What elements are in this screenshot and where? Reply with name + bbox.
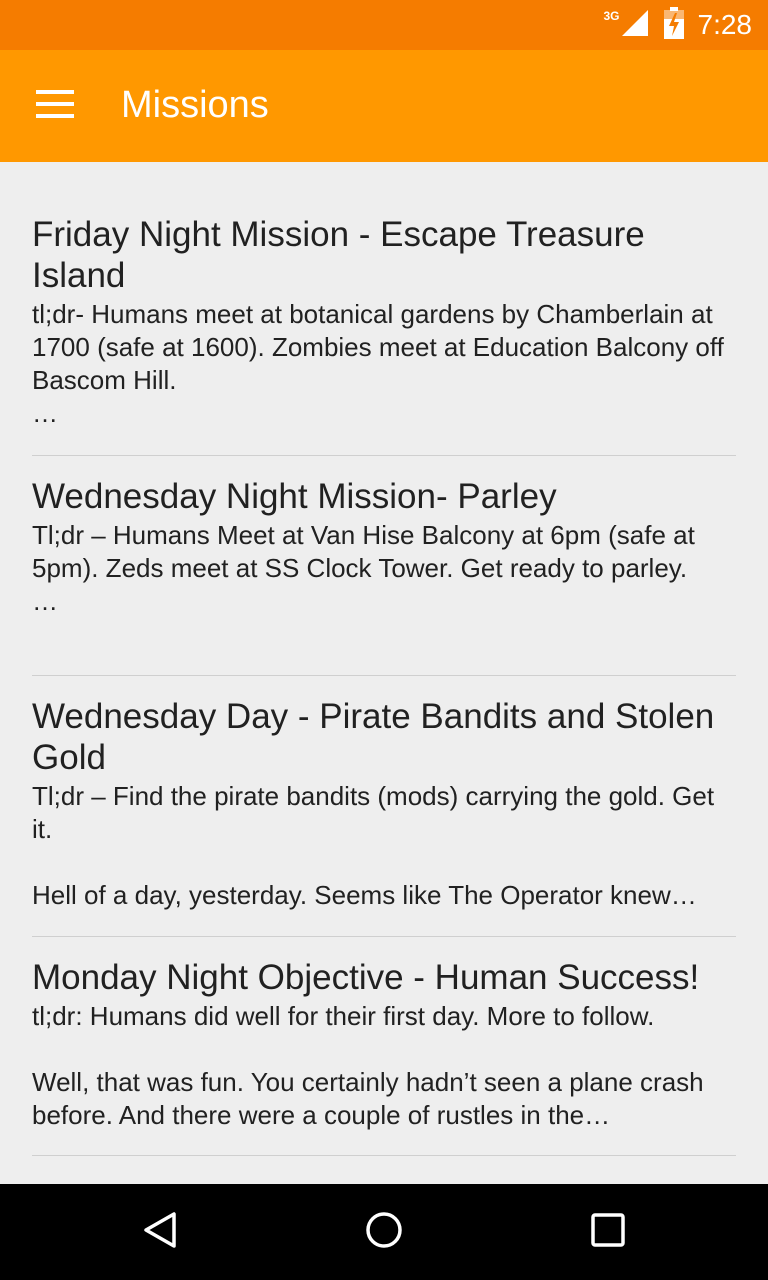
list-item[interactable]: Monday Night Objective - Human Success! … <box>32 957 736 1156</box>
post-title: Friday Night Mission - Escape Treasure I… <box>32 215 645 295</box>
post-title: Wednesday Night Mission- Parley <box>32 477 557 516</box>
back-button[interactable] <box>128 1204 192 1260</box>
menu-icon <box>36 89 76 123</box>
post-excerpt: tl;dr- Humans meet at botanical gardens … <box>32 299 724 428</box>
missions-list[interactable]: Friday Night Mission - Escape Treasure I… <box>0 162 768 1184</box>
list-item[interactable]: Friday Night Mission - Escape Treasure I… <box>32 214 736 456</box>
list-item[interactable]: Wednesday Night Mission- Parley Tl;dr – … <box>32 476 736 676</box>
post-title: Monday Night Objective - Human Success! <box>32 958 700 997</box>
recents-button[interactable] <box>576 1204 640 1260</box>
battery-icon <box>663 6 684 44</box>
status-bar: 3G 7:28 <box>0 0 768 50</box>
back-icon <box>140 1210 180 1255</box>
list-item[interactable]: Wednesday Day - Pirate Bandits and Stole… <box>32 696 736 937</box>
network-type-label: 3G <box>603 9 620 23</box>
navigation-bar <box>0 1184 768 1280</box>
signal-icon <box>620 8 650 43</box>
recents-icon <box>588 1210 628 1255</box>
app-bar: Missions <box>0 50 768 162</box>
clock: 7:28 <box>697 9 753 40</box>
post-title: Wednesday Day - Pirate Bandits and Stole… <box>32 697 715 777</box>
menu-button[interactable] <box>24 78 88 134</box>
home-icon <box>364 1210 404 1255</box>
post-excerpt: Tl;dr – Humans Meet at Van Hise Balcony … <box>32 520 695 616</box>
home-button[interactable] <box>352 1204 416 1260</box>
post-excerpt: Tl;dr – Find the pirate bandits (mods) c… <box>32 781 715 910</box>
page-title: Missions <box>121 84 269 126</box>
post-excerpt: tl;dr: Humans did well for their first d… <box>32 1001 704 1130</box>
status-icons: 3G 7:28 <box>603 0 752 50</box>
